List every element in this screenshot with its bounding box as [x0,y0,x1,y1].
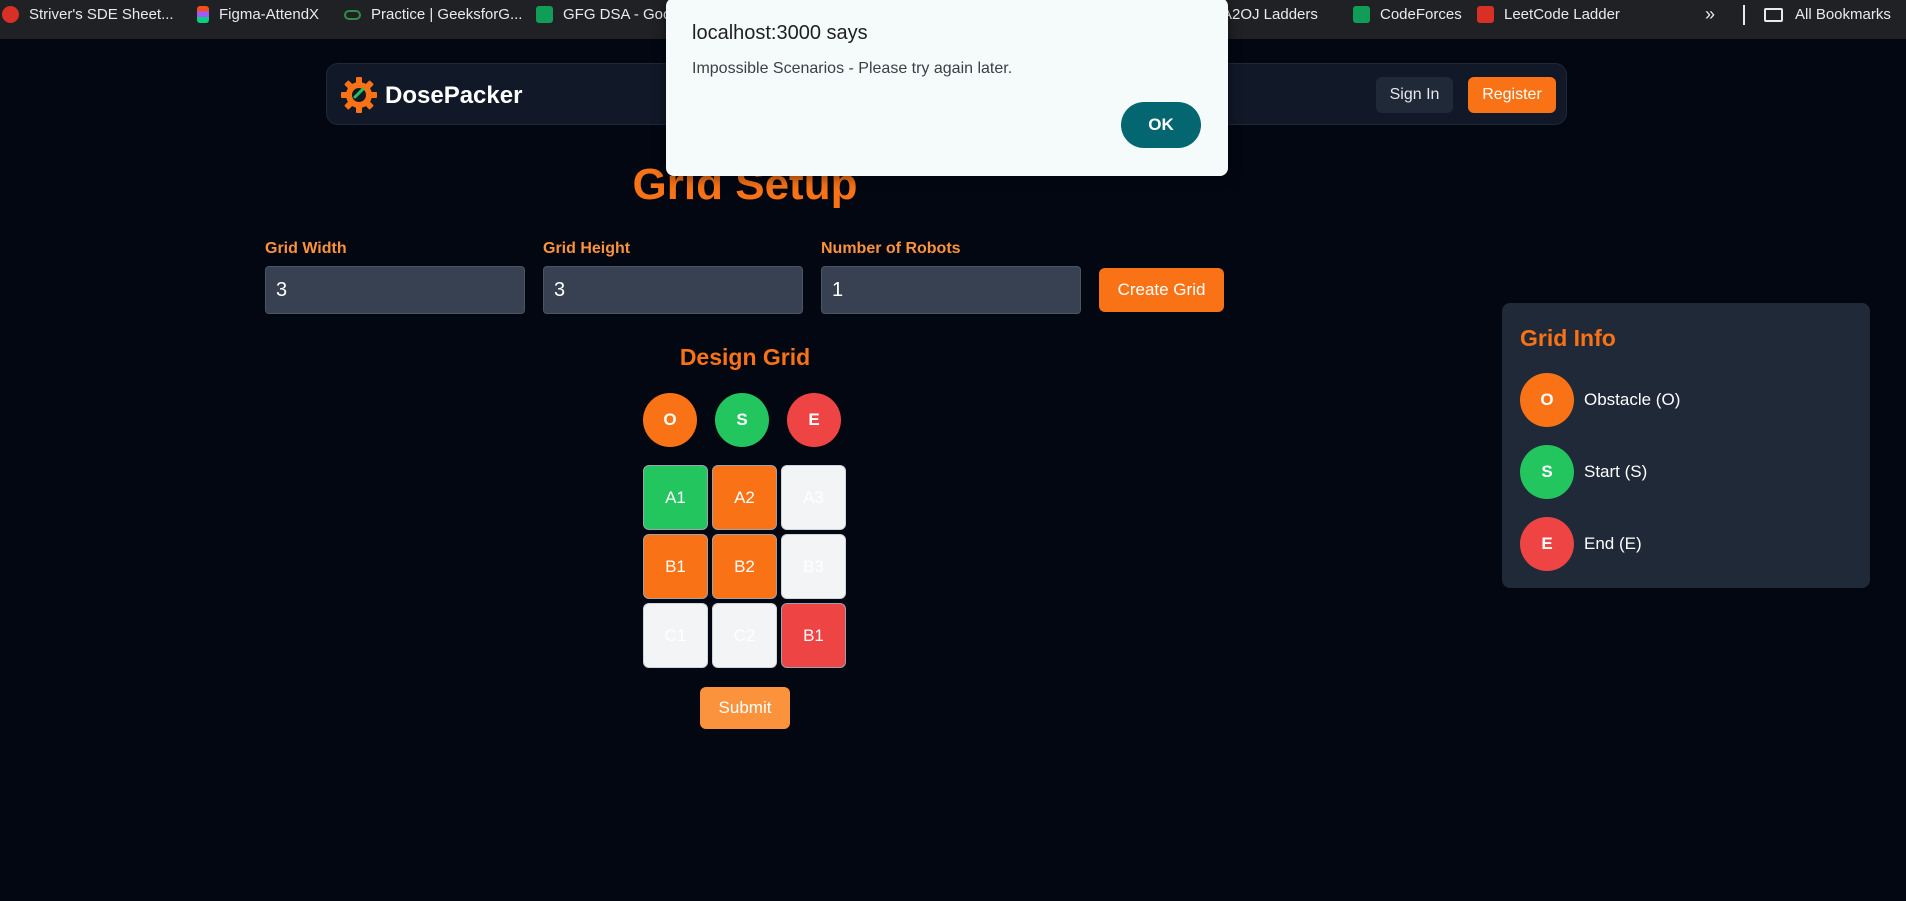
alert-ok-button[interactable]: OK [1121,102,1201,148]
grid-info-panel: Grid Info O Obstacle (O) S Start (S) E E… [1502,303,1870,588]
figma-icon [197,6,209,23]
sheets-icon [1353,6,1370,23]
submit-button[interactable]: Submit [700,687,790,729]
bookmark-label: CodeForces [1380,6,1462,23]
bookmark-label: A2OJ Ladders [1222,6,1318,23]
bookmark-leetcode-ladder[interactable]: LeetCode Ladder [1477,0,1620,29]
grid-cell-c1[interactable]: C1 [643,603,708,668]
bookmark-figma-attendx[interactable]: Figma-AttendX [197,0,319,29]
sheets-icon [536,6,553,23]
more-bookmarks-icon[interactable]: » [1705,4,1715,25]
bookmark-label: Striver's SDE Sheet... [29,6,174,23]
all-bookmarks-label: All Bookmarks [1795,6,1891,23]
bookmark-practice-geeksforgeeks[interactable]: Practice | GeeksforG... [344,0,522,29]
legend-item-obstacle: O Obstacle (O) [1520,373,1680,427]
grid-cell-a3[interactable]: A3 [781,465,846,530]
alert-title: localhost:3000 says [692,22,868,44]
grid-cell-b2[interactable]: B2 [712,534,777,599]
grid-cell-a2[interactable]: A2 [712,465,777,530]
legend-label: End (E) [1584,534,1642,553]
bookmark-label: Figma-AttendX [219,6,320,23]
grid-height-input[interactable] [543,266,803,314]
bookmarks-divider [1743,5,1745,25]
gfg-icon [344,9,361,20]
create-grid-button[interactable]: Create Grid [1099,268,1224,312]
grid-height-label: Grid Height [543,240,631,257]
robots-label: Number of Robots [821,240,961,257]
end-badge: E [1520,517,1574,571]
register-button[interactable]: Register [1468,77,1556,113]
grid-cell-b1[interactable]: B1 [643,534,708,599]
end-tool-button[interactable]: E [787,393,841,447]
legend-label: Start (S) [1584,462,1648,481]
alert-dialog: localhost:3000 says Impossible Scenarios… [666,0,1228,176]
legend-item-start: S Start (S) [1520,445,1647,499]
grid-width-label: Grid Width [265,240,347,257]
legend-item-end: E End (E) [1520,517,1642,571]
gear-logo-icon[interactable] [339,75,379,115]
folder-icon [1764,7,1783,22]
grid-info-title: Grid Info [1520,325,1616,351]
grid-cell-c3[interactable]: B1 [781,603,846,668]
alert-message: Impossible Scenarios - Please try again … [692,60,1013,77]
all-bookmarks-button[interactable]: All Bookmarks [1764,0,1891,29]
design-grid-title: Design Grid [679,344,811,370]
bookmark-strivers-sde-sheet[interactable]: Striver's SDE Sheet... [2,0,174,29]
grid-cell-a1[interactable]: A1 [643,465,708,530]
bookmark-codeforces[interactable]: CodeForces [1353,0,1462,29]
bookmark-label: Practice | GeeksforG... [371,6,523,23]
leetcode-icon [1477,6,1494,23]
sign-in-button[interactable]: Sign In [1376,77,1453,113]
tuf-icon [2,6,19,23]
legend-label: Obstacle (O) [1584,390,1681,409]
start-tool-button[interactable]: S [715,393,769,447]
obstacle-tool-button[interactable]: O [643,393,697,447]
robots-input[interactable] [821,266,1081,314]
bookmark-a2oj-ladders[interactable]: A2OJ Ladders [1222,0,1318,29]
bookmark-label: LeetCode Ladder [1504,6,1620,23]
bookmark-gfg-dsa[interactable]: GFG DSA - Goo [536,0,666,29]
grid-width-input[interactable] [265,266,525,314]
start-badge: S [1520,445,1574,499]
grid-cell-c2[interactable]: C2 [712,603,777,668]
obstacle-badge: O [1520,373,1574,427]
brand-name[interactable]: DosePacker [385,82,522,110]
bookmark-label: GFG DSA - Goo [563,6,666,23]
grid-cell-b3[interactable]: B3 [781,534,846,599]
